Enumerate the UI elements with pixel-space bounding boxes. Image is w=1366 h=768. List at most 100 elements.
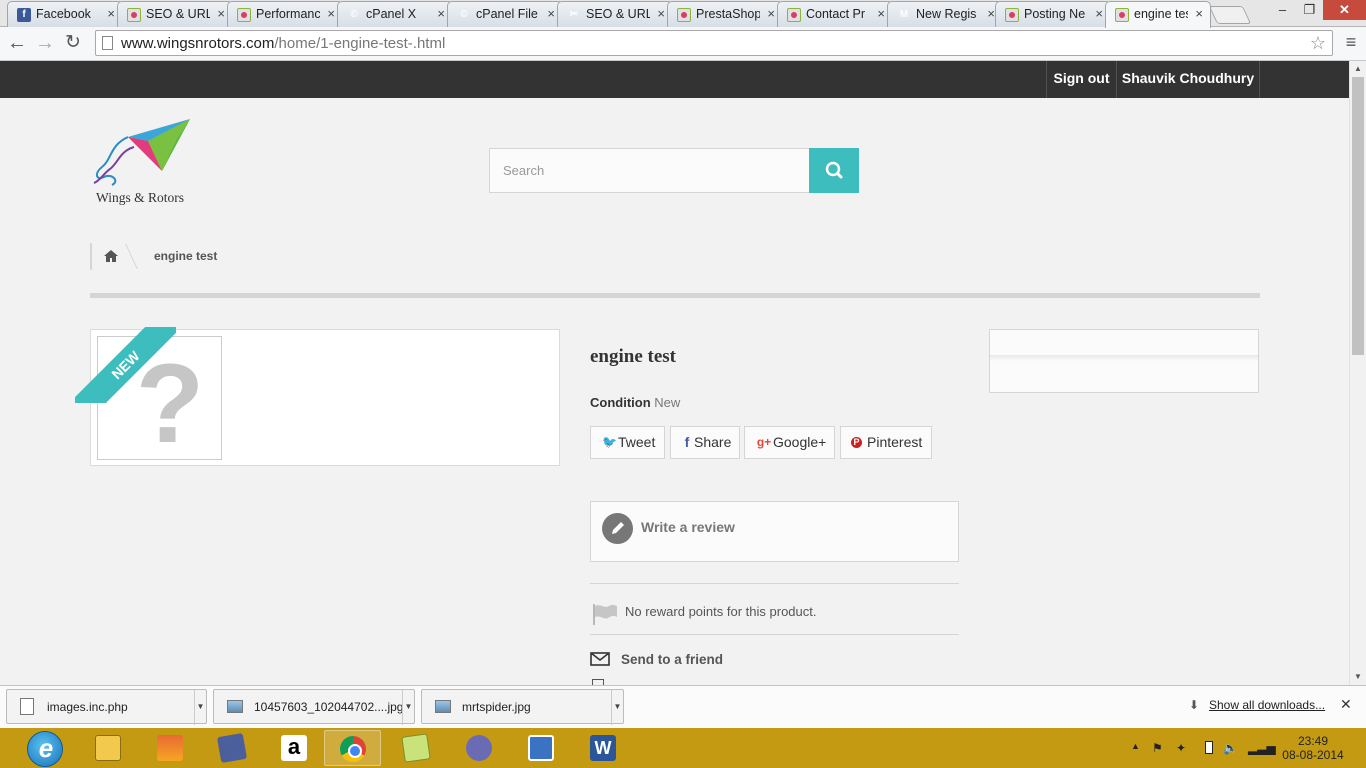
tab-engine-test[interactable]: engine tes × [1105,1,1211,28]
tab-close-icon[interactable]: × [327,2,335,26]
write-review-button[interactable]: Write a review [590,501,959,562]
browser-menu-icon[interactable]: ≡ [1342,32,1360,52]
show-all-downloads-link[interactable]: Show all downloads... [1209,698,1325,712]
tweet-button[interactable]: 🐦 Tweet [590,426,665,459]
send-to-friend-link[interactable]: Send to a friend [621,652,723,667]
download-options-icon[interactable]: ▼ [194,690,206,725]
logo-text: Wings & Rotors [96,190,184,205]
folders-icon [401,733,431,763]
reward-points-text: No reward points for this product. [625,604,817,619]
tab-close-icon[interactable]: × [767,2,775,26]
tab-facebook[interactable]: f Facebook × [7,1,123,27]
tab-gmail[interactable]: M New Regis × [887,1,1003,27]
image-file-icon [435,700,451,713]
home-icon [104,250,118,262]
twitter-icon: 🐦 [602,435,617,449]
download-item[interactable]: mrtspider.jpg ▼ [421,689,624,725]
google-plus-button[interactable]: g+ Google+ [744,426,835,459]
envelope-icon [590,652,610,666]
search-button[interactable] [809,148,859,193]
close-window-button[interactable]: ✕ [1323,0,1366,20]
tab-cpanel-file[interactable]: © cPanel File × [447,1,563,27]
file-icon [20,698,34,715]
system-clock[interactable]: 23:49 08-08-2014 [1268,734,1358,762]
site-logo[interactable]: Wings & Rotors [90,111,190,209]
bookmark-star-icon[interactable]: ☆ [1310,31,1326,55]
tab-posting[interactable]: Posting Ne × [995,1,1111,27]
forward-icon[interactable]: → [33,31,57,55]
tab-close-icon[interactable]: × [547,2,555,26]
tab-cpanel-x[interactable]: © cPanel X × [337,1,453,27]
battery-icon[interactable] [1205,741,1213,754]
tab-seo-url[interactable]: SEO & URL × [117,1,233,27]
show-hidden-icons-icon[interactable]: ▲ [1131,741,1140,751]
tools-icon: ✂ [569,9,579,20]
tab-title: New Regis [916,7,977,21]
share-label: Share [694,434,732,450]
breadcrumb: engine test [90,243,217,270]
prestashop-icon [677,8,691,22]
download-filename: images.inc.php [47,700,128,714]
tab-close-icon[interactable]: × [877,2,885,26]
tab-title: Facebook [36,7,91,21]
tab-close-icon[interactable]: × [107,2,115,26]
tab-close-icon[interactable]: × [217,2,225,26]
taskbar-word[interactable]: W [575,730,632,766]
tab-contact[interactable]: Contact Pr × [777,1,893,27]
taskbar-photo-gallery[interactable] [142,730,199,766]
pinterest-button[interactable]: P Pinterest [840,426,932,459]
taskbar-media-player[interactable] [204,730,261,766]
download-options-icon[interactable]: ▼ [402,690,414,725]
scrollbar-thumb[interactable] [1352,77,1364,355]
taskbar-maze-app[interactable] [513,730,570,766]
tab-title: Posting Ne [1024,7,1086,21]
action-center-flag-icon[interactable]: ⚑ [1152,741,1163,755]
download-options-icon[interactable]: ▼ [611,690,623,725]
taskbar-folders[interactable] [388,730,445,766]
maximize-button[interactable]: ❐ [1296,0,1323,20]
download-item[interactable]: 10457603_102044702....jpg ▼ [213,689,415,725]
google-plus-icon: g+ [756,435,772,449]
taskbar-chrome[interactable] [324,730,381,766]
close-downloads-icon[interactable]: ✕ [1340,696,1352,713]
word-icon: W [590,735,616,761]
tab-performance[interactable]: Performance × [227,1,343,27]
back-icon[interactable]: ← [5,31,29,55]
search-input[interactable] [489,148,810,193]
site-top-bar: Sign out Shauvik Choudhury [0,61,1349,98]
divider [590,583,959,584]
reload-icon[interactable]: ↻ [61,31,85,55]
tab-close-icon[interactable]: × [987,2,995,26]
tab-close-icon[interactable]: × [1195,2,1203,26]
user-account-link[interactable]: Shauvik Choudhury [1116,61,1260,98]
condition-label: Condition [590,395,651,410]
amazon-icon: a [281,735,307,761]
scroll-down-arrow-icon[interactable]: ▼ [1350,669,1366,685]
network-icon[interactable]: ✦ [1176,741,1186,755]
scroll-up-arrow-icon[interactable]: ▲ [1350,61,1366,77]
breadcrumb-home-link[interactable] [91,244,131,269]
search-icon [825,161,843,179]
taskbar-amazon[interactable]: a [266,730,323,766]
minimize-button[interactable]: – [1269,0,1296,20]
internet-explorer-icon[interactable] [27,731,64,767]
address-bar[interactable]: www.wingsnrotors.com/home/1-engine-test-… [95,30,1333,56]
prestashop-icon [127,8,141,22]
tab-close-icon[interactable]: × [437,2,445,26]
tab-close-icon[interactable]: × [1095,2,1103,26]
tab-seo-url-2[interactable]: ✂ SEO & URL × [557,1,673,27]
chrome-icon [340,736,366,762]
download-item[interactable]: images.inc.php ▼ [6,689,207,725]
new-tab-button[interactable] [1208,6,1252,24]
facebook-share-button[interactable]: f Share [670,426,740,459]
taskbar-file-explorer[interactable] [80,730,137,766]
tab-prestashop[interactable]: PrestaShop × [667,1,783,27]
sign-out-link[interactable]: Sign out [1046,61,1116,98]
gmail-icon: M [899,9,909,20]
taskbar-tool-app[interactable] [451,730,508,766]
media-player-icon [216,732,248,764]
pinterest-icon: P [851,437,862,448]
tab-close-icon[interactable]: × [657,2,665,26]
volume-icon[interactable]: 🔈 [1223,741,1238,755]
vertical-scrollbar[interactable]: ▲ ▼ [1349,61,1366,685]
